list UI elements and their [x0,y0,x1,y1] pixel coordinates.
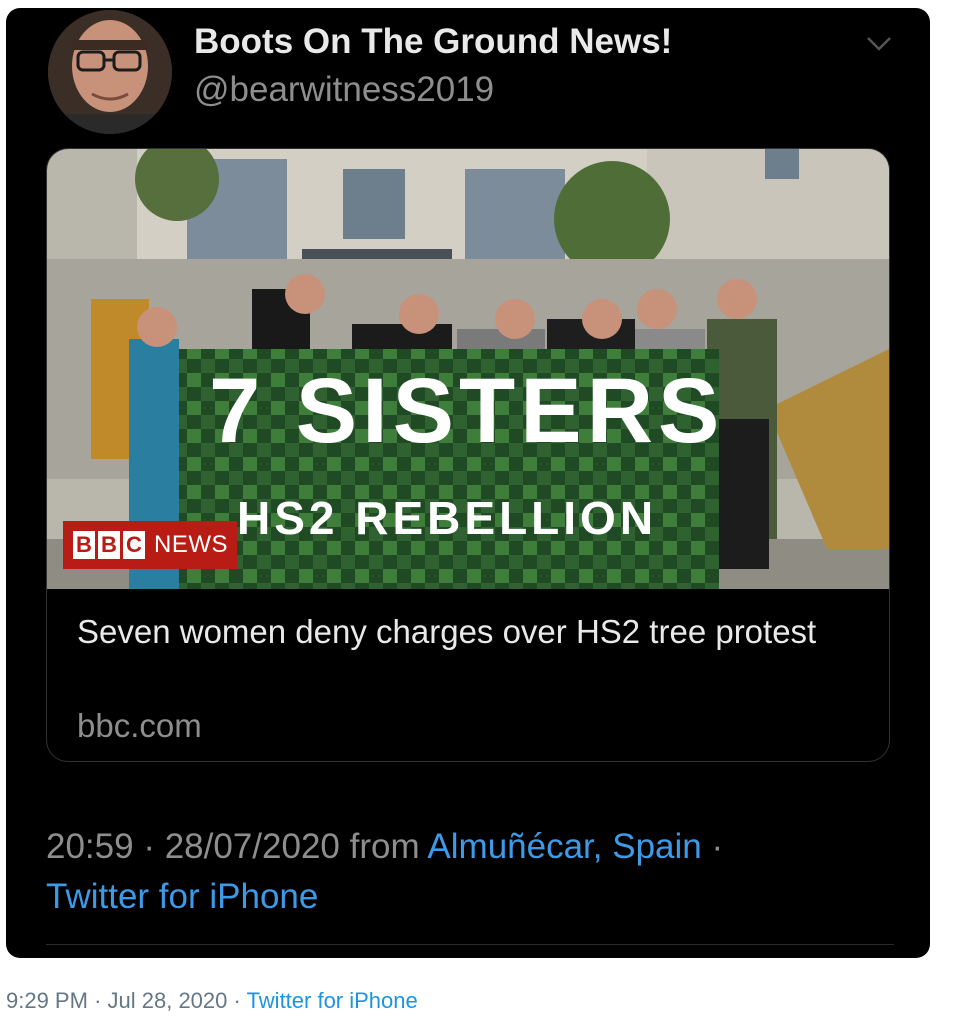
user-handle[interactable]: @bearwitness2019 [194,70,494,110]
avatar[interactable] [48,10,172,134]
footer-source[interactable]: Twitter for iPhone [247,988,418,1013]
bbc-letter-b1: B [73,531,95,559]
chevron-down-icon[interactable] [864,28,894,58]
link-preview-card[interactable]: 7 SISTERS HS2 REBELLION B B C NEWS Seven… [46,148,890,762]
bbc-news-logo: B B C NEWS [63,521,237,569]
link-title[interactable]: Seven women deny charges over HS2 tree p… [77,611,857,653]
bbc-letter-b2: B [98,531,120,559]
link-domain[interactable]: bbc.com [77,707,202,745]
avatar-photo [48,10,172,134]
banner-title: 7 SISTERS [209,360,725,462]
meta-separator-2: · [711,827,724,866]
meta-separator: · [143,827,155,866]
tweet-metadata: 20:59 · 28/07/2020 from Almuñécar, Spain… [46,822,906,922]
footer-separator-2: · [233,988,241,1013]
outer-tweet-footer: 9:29 PM · Jul 28, 2020 · Twitter for iPh… [6,988,418,1014]
display-name[interactable]: Boots On The Ground News! [194,22,672,62]
footer-time[interactable]: 9:29 PM [6,988,88,1013]
footer-separator: · [94,988,102,1013]
from-label: from [349,827,420,866]
bbc-letter-c: C [123,531,145,559]
banner-subtitle: HS2 REBELLION [237,492,658,544]
tweet-screenshot: Boots On The Ground News! @bearwitness20… [6,8,930,958]
tweet-date[interactable]: 28/07/2020 [165,827,340,866]
tweet-location[interactable]: Almuñécar, Spain [427,827,701,866]
bbc-news-word: NEWS [154,531,228,558]
tweet-source[interactable]: Twitter for iPhone [46,877,318,916]
tweet-time[interactable]: 20:59 [46,827,134,866]
footer-date[interactable]: Jul 28, 2020 [108,988,228,1013]
divider [46,944,894,945]
